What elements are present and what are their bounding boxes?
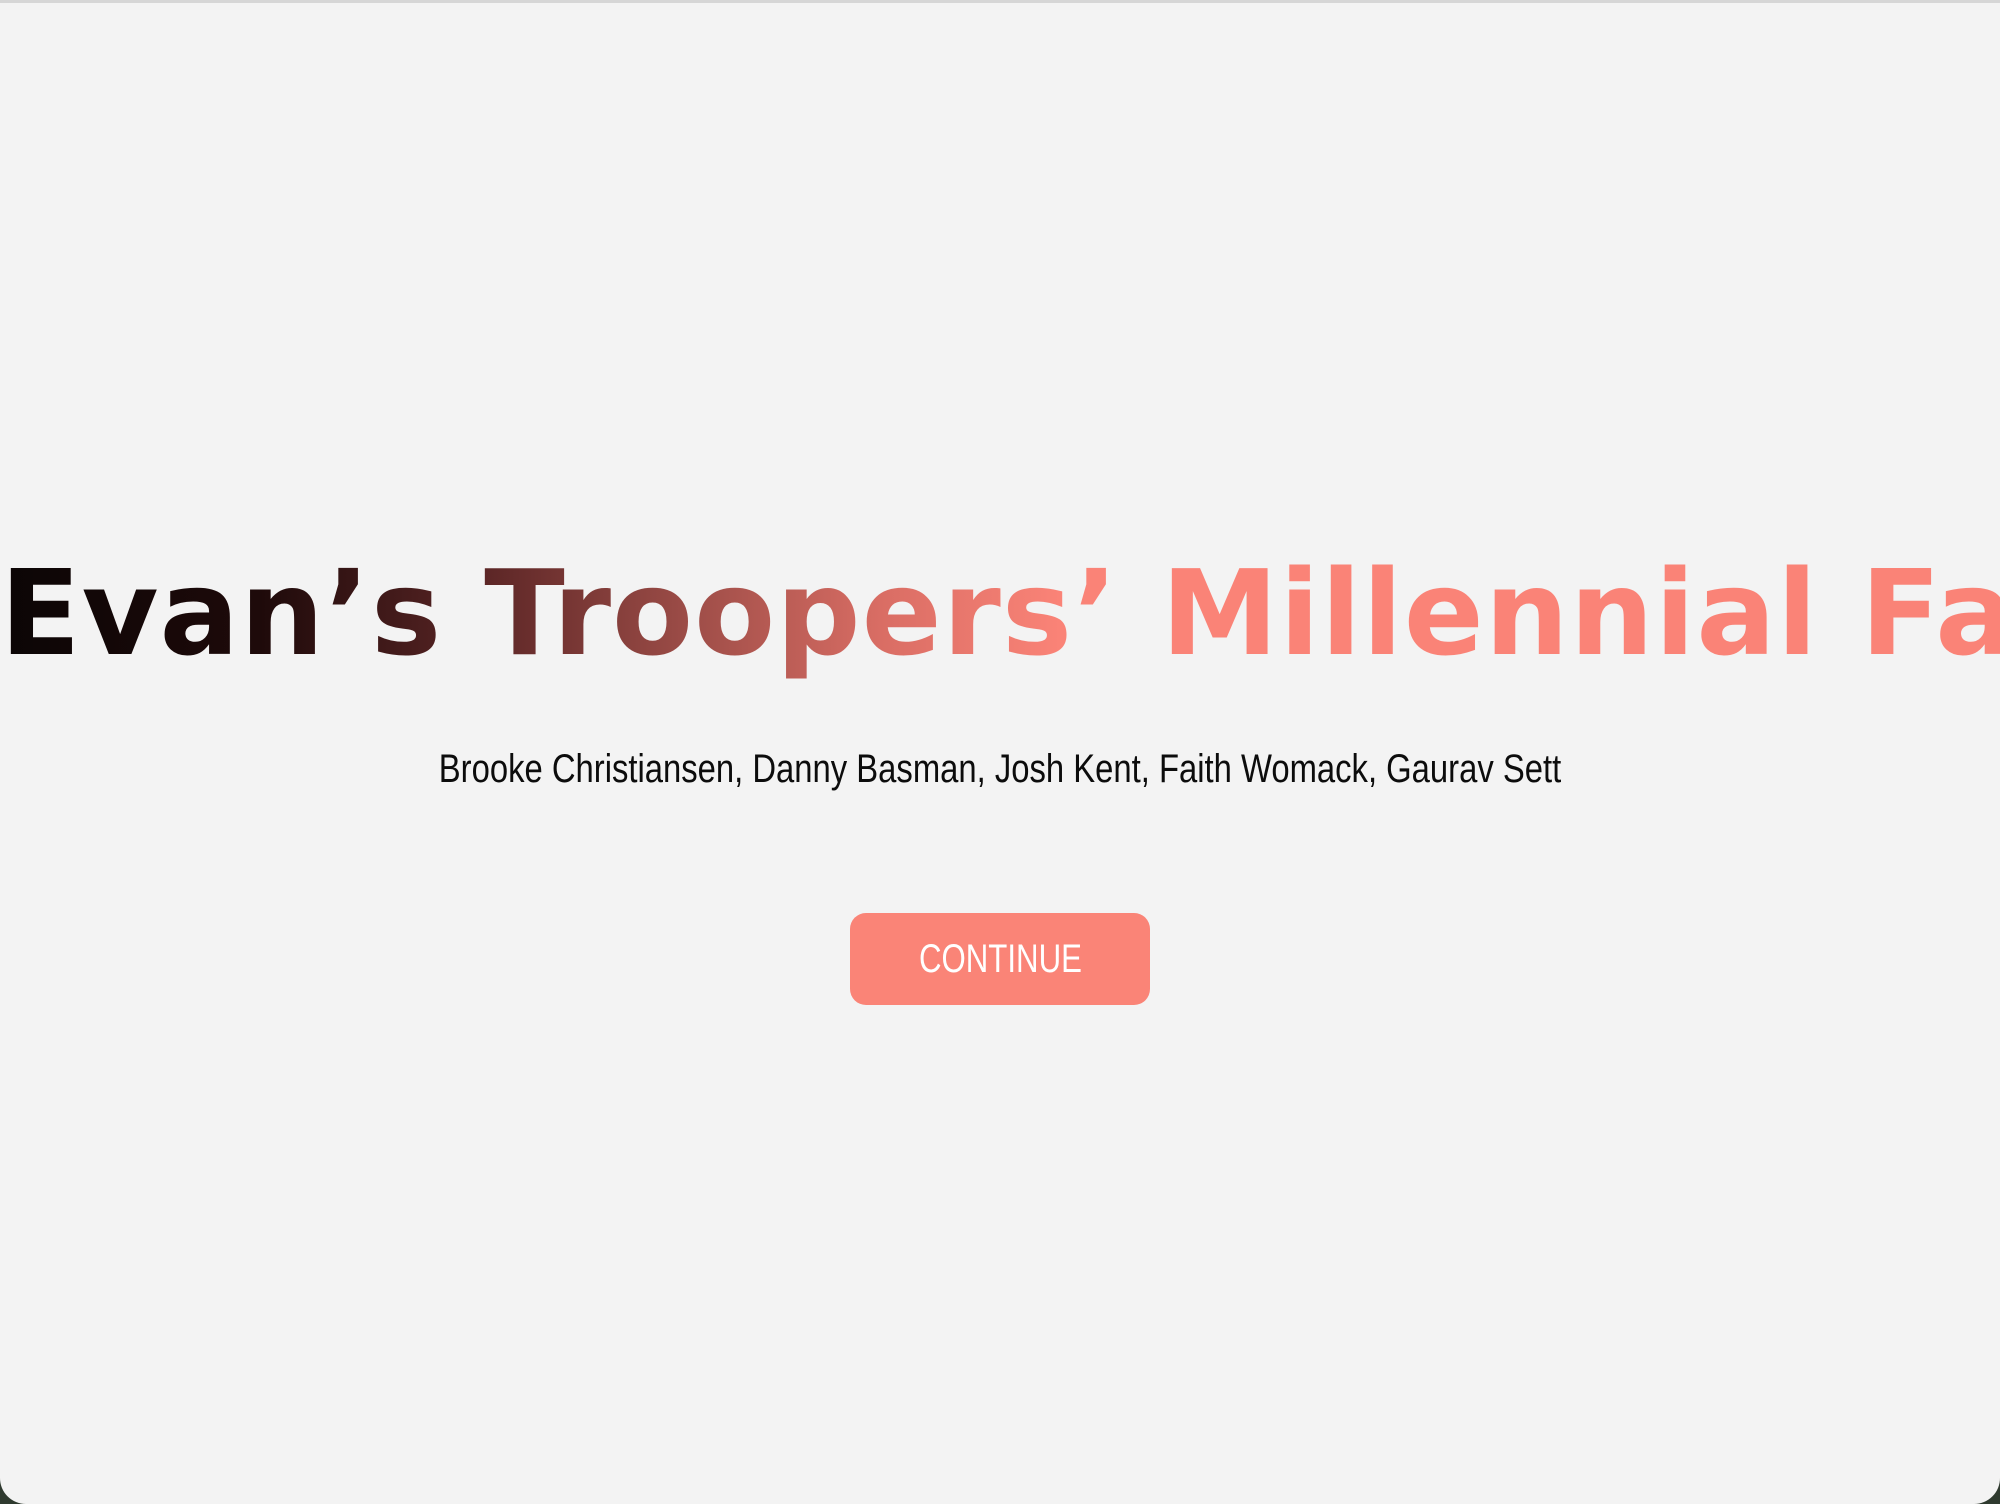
page-title: Evan’s Troopers’ Millennial Farm [0, 544, 2000, 682]
author-list: Brooke Christiansen, Danny Basman, Josh … [438, 747, 1562, 791]
continue-button[interactable]: CONTINUE [850, 913, 1150, 1005]
continue-button-label: CONTINUE [918, 936, 1082, 981]
app-window: Evan’s Troopers’ Millennial Farm Brooke … [0, 0, 2000, 1504]
title-screen: Evan’s Troopers’ Millennial Farm Brooke … [0, 3, 2000, 1504]
